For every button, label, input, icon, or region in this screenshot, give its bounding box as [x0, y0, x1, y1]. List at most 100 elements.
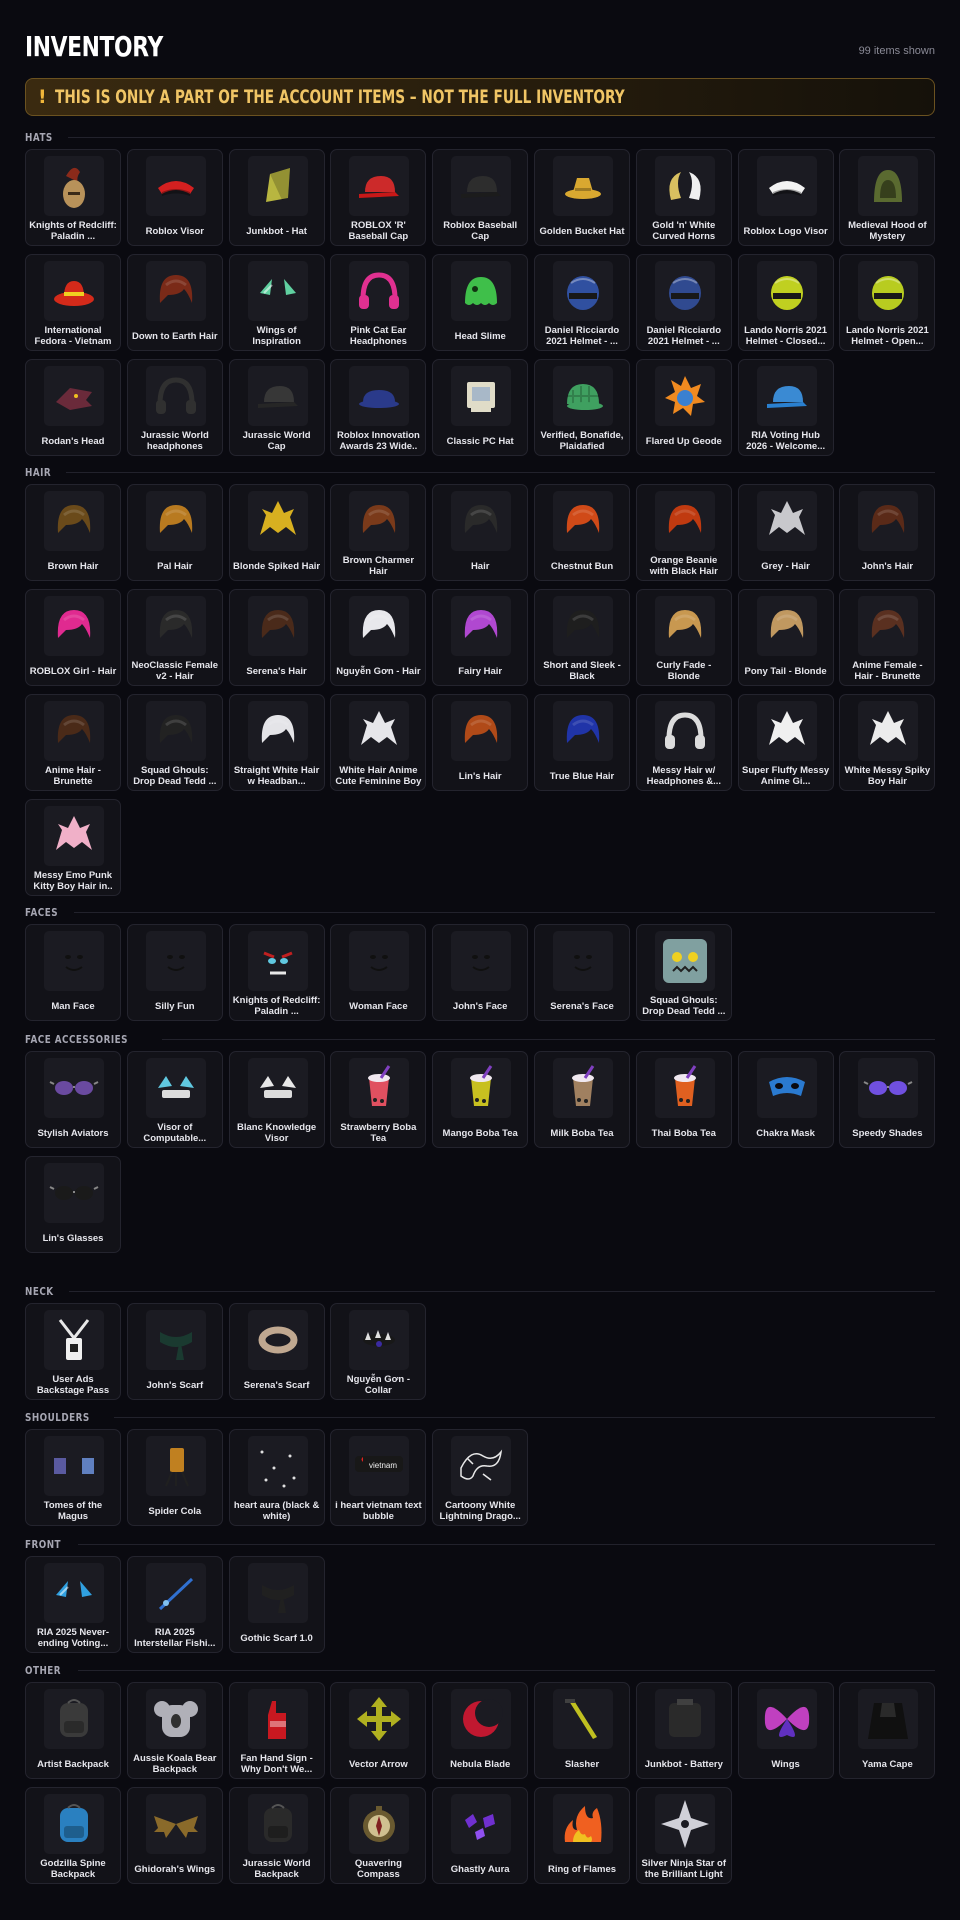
item-card[interactable]: Medieval Hood of Mystery — [839, 149, 936, 246]
item-card[interactable]: Lin's Glasses — [25, 1156, 121, 1253]
item-card[interactable]: Godzilla Spine Backpack — [25, 1787, 121, 1884]
item-card[interactable]: Silly Fun — [126, 924, 223, 1021]
item-card[interactable]: Ring of Flames — [534, 1787, 630, 1884]
item-label: Down to Earth Hair — [132, 330, 218, 342]
item-card[interactable]: International Fedora - Vietnam — [25, 254, 121, 351]
item-card[interactable]: Yama Cape — [839, 1682, 936, 1779]
item-card[interactable]: Messy Hair w/ Headphones &... — [635, 694, 732, 791]
item-card[interactable]: Knights of Redcliff: Paladin ... — [25, 149, 121, 246]
item-card[interactable]: Blonde Spiked Hair — [228, 484, 325, 581]
item-card[interactable]: Pony Tail - Blonde — [737, 589, 834, 686]
item-card[interactable]: Grey - Hair — [737, 484, 834, 581]
item-card[interactable]: Brown Charmer Hair — [330, 484, 427, 581]
item-card[interactable]: Gold 'n' White Curved Horns — [635, 149, 732, 246]
item-card[interactable]: Junkbot - Hat — [228, 149, 325, 246]
item-card[interactable]: Blanc Knowledge Visor — [228, 1051, 325, 1148]
item-card[interactable]: ROBLOX Girl - Hair — [25, 589, 121, 686]
item-card[interactable]: Ghidorah's Wings — [126, 1787, 223, 1884]
item-card[interactable]: Fan Hand Sign - Why Don't We... — [228, 1682, 325, 1779]
item-card[interactable]: Down to Earth Hair — [126, 254, 223, 351]
item-card[interactable]: White Messy Spiky Boy Hair — [839, 694, 936, 791]
item-card[interactable]: Jurassic World headphones — [126, 359, 223, 456]
item-card[interactable]: RIA Voting Hub 2026 - Welcome... — [737, 359, 834, 456]
item-card[interactable]: Brown Hair — [25, 484, 121, 581]
item-card[interactable]: Lin's Hair — [432, 694, 529, 791]
item-card[interactable]: Hair — [432, 484, 529, 581]
item-card[interactable]: Anime Hair - Brunette — [25, 694, 121, 791]
item-card[interactable]: Nguyễn Gơn - Hair — [330, 589, 427, 686]
item-card[interactable]: Tomes of the Magus — [25, 1429, 121, 1526]
item-card[interactable]: Roblox Innovation Awards 23 Wide.. — [330, 359, 427, 456]
item-card[interactable]: Jurassic World Backpack — [228, 1787, 325, 1884]
item-card[interactable]: Thai Boba Tea — [635, 1051, 732, 1148]
item-card[interactable]: Daniel Ricciardo 2021 Helmet - ... — [534, 254, 630, 351]
item-card[interactable]: Squad Ghouls: Drop Dead Tedd ... — [635, 924, 732, 1021]
item-card[interactable]: Roblox Visor — [126, 149, 223, 246]
item-card[interactable]: Fairy Hair — [432, 589, 529, 686]
item-card[interactable]: John's Face — [432, 924, 529, 1021]
item-card[interactable]: Chakra Mask — [737, 1051, 834, 1148]
item-card[interactable]: vietnam i heart vietnam text bubble — [330, 1429, 427, 1526]
item-card[interactable]: Silver Ninja Star of the Brilliant Light — [635, 1787, 732, 1884]
item-card[interactable]: Messy Emo Punk Kitty Boy Hair in.. — [25, 799, 121, 896]
item-card[interactable]: Short and Sleek - Black — [534, 589, 630, 686]
item-card[interactable]: Vector Arrow — [330, 1682, 427, 1779]
item-card[interactable]: Roblox Logo Visor — [737, 149, 834, 246]
item-card[interactable]: Slasher — [534, 1682, 630, 1779]
item-card[interactable]: Serena's Scarf — [228, 1303, 325, 1400]
item-card[interactable]: Curly Fade - Blonde — [635, 589, 732, 686]
item-card[interactable]: Stylish Aviators — [25, 1051, 121, 1148]
item-card[interactable]: Classic PC Hat — [432, 359, 529, 456]
item-card[interactable]: Pink Cat Ear Headphones — [330, 254, 427, 351]
item-card[interactable]: Junkbot - Battery — [635, 1682, 732, 1779]
item-card[interactable]: Verified, Bonafide, Plaidafied — [534, 359, 630, 456]
item-card[interactable]: Quavering Compass — [330, 1787, 427, 1884]
item-card[interactable]: Chestnut Bun — [534, 484, 630, 581]
item-card[interactable]: Jurassic World Cap — [228, 359, 325, 456]
item-card[interactable]: Orange Beanie with Black Hair — [635, 484, 732, 581]
item-card[interactable]: Golden Bucket Hat — [534, 149, 630, 246]
item-card[interactable]: Artist Backpack — [25, 1682, 121, 1779]
item-card[interactable]: Lando Norris 2021 Helmet - Closed... — [737, 254, 834, 351]
item-card[interactable]: heart aura (black & white) — [228, 1429, 325, 1526]
item-card[interactable]: Super Fluffy Messy Anime Gi... — [737, 694, 834, 791]
item-card[interactable]: Rodan's Head — [25, 359, 121, 456]
item-card[interactable]: White Hair Anime Cute Feminine Boy — [330, 694, 427, 791]
item-card[interactable]: Roblox Baseball Cap — [432, 149, 529, 246]
item-card[interactable]: Anime Female - Hair - Brunette — [839, 589, 936, 686]
item-card[interactable]: John's Scarf — [126, 1303, 223, 1400]
item-card[interactable]: Daniel Ricciardo 2021 Helmet - ... — [635, 254, 732, 351]
item-card[interactable]: Wings — [737, 1682, 834, 1779]
item-card[interactable]: Aussie Koala Bear Backpack — [126, 1682, 223, 1779]
item-card[interactable]: Pal Hair — [126, 484, 223, 581]
item-card[interactable]: Woman Face — [330, 924, 427, 1021]
item-card[interactable]: Gothic Scarf 1.0 — [228, 1556, 325, 1653]
item-card[interactable]: Ghastly Aura — [432, 1787, 529, 1884]
item-card[interactable]: Flared Up Geode — [635, 359, 732, 456]
item-card[interactable]: Visor of Computable... — [126, 1051, 223, 1148]
item-card[interactable]: Serena's Face — [534, 924, 630, 1021]
item-card[interactable]: Lando Norris 2021 Helmet - Open... — [839, 254, 936, 351]
item-card[interactable]: Mango Boba Tea — [432, 1051, 529, 1148]
item-card[interactable]: Cartoony White Lightning Drago... — [432, 1429, 529, 1526]
item-card[interactable]: Wings of Inspiration — [228, 254, 325, 351]
item-card[interactable]: Serena's Hair — [228, 589, 325, 686]
item-card[interactable]: Man Face — [25, 924, 121, 1021]
item-card[interactable]: User Ads Backstage Pass — [25, 1303, 121, 1400]
item-card[interactable]: NeoClassic Female v2 - Hair — [126, 589, 223, 686]
item-card[interactable]: Spider Cola — [126, 1429, 223, 1526]
item-card[interactable]: Squad Ghouls: Drop Dead Tedd ... — [126, 694, 223, 791]
item-card[interactable]: RIA 2025 Interstellar Fishi... — [126, 1556, 223, 1653]
item-card[interactable]: True Blue Hair — [534, 694, 630, 791]
item-card[interactable]: Milk Boba Tea — [534, 1051, 630, 1148]
item-card[interactable]: Nebula Blade — [432, 1682, 529, 1779]
item-card[interactable]: Speedy Shades — [839, 1051, 936, 1148]
item-card[interactable]: John's Hair — [839, 484, 936, 581]
item-card[interactable]: Nguyễn Gơn - Collar — [330, 1303, 427, 1400]
item-card[interactable]: Knights of Redcliff: Paladin ... — [228, 924, 325, 1021]
item-card[interactable]: Straight White Hair w Headban... — [228, 694, 325, 791]
item-card[interactable]: Head Slime — [432, 254, 529, 351]
item-card[interactable]: Strawberry Boba Tea — [330, 1051, 427, 1148]
item-card[interactable]: ROBLOX 'R' Baseball Cap — [330, 149, 427, 246]
item-card[interactable]: RIA 2025 Never-ending Voting... — [25, 1556, 121, 1653]
